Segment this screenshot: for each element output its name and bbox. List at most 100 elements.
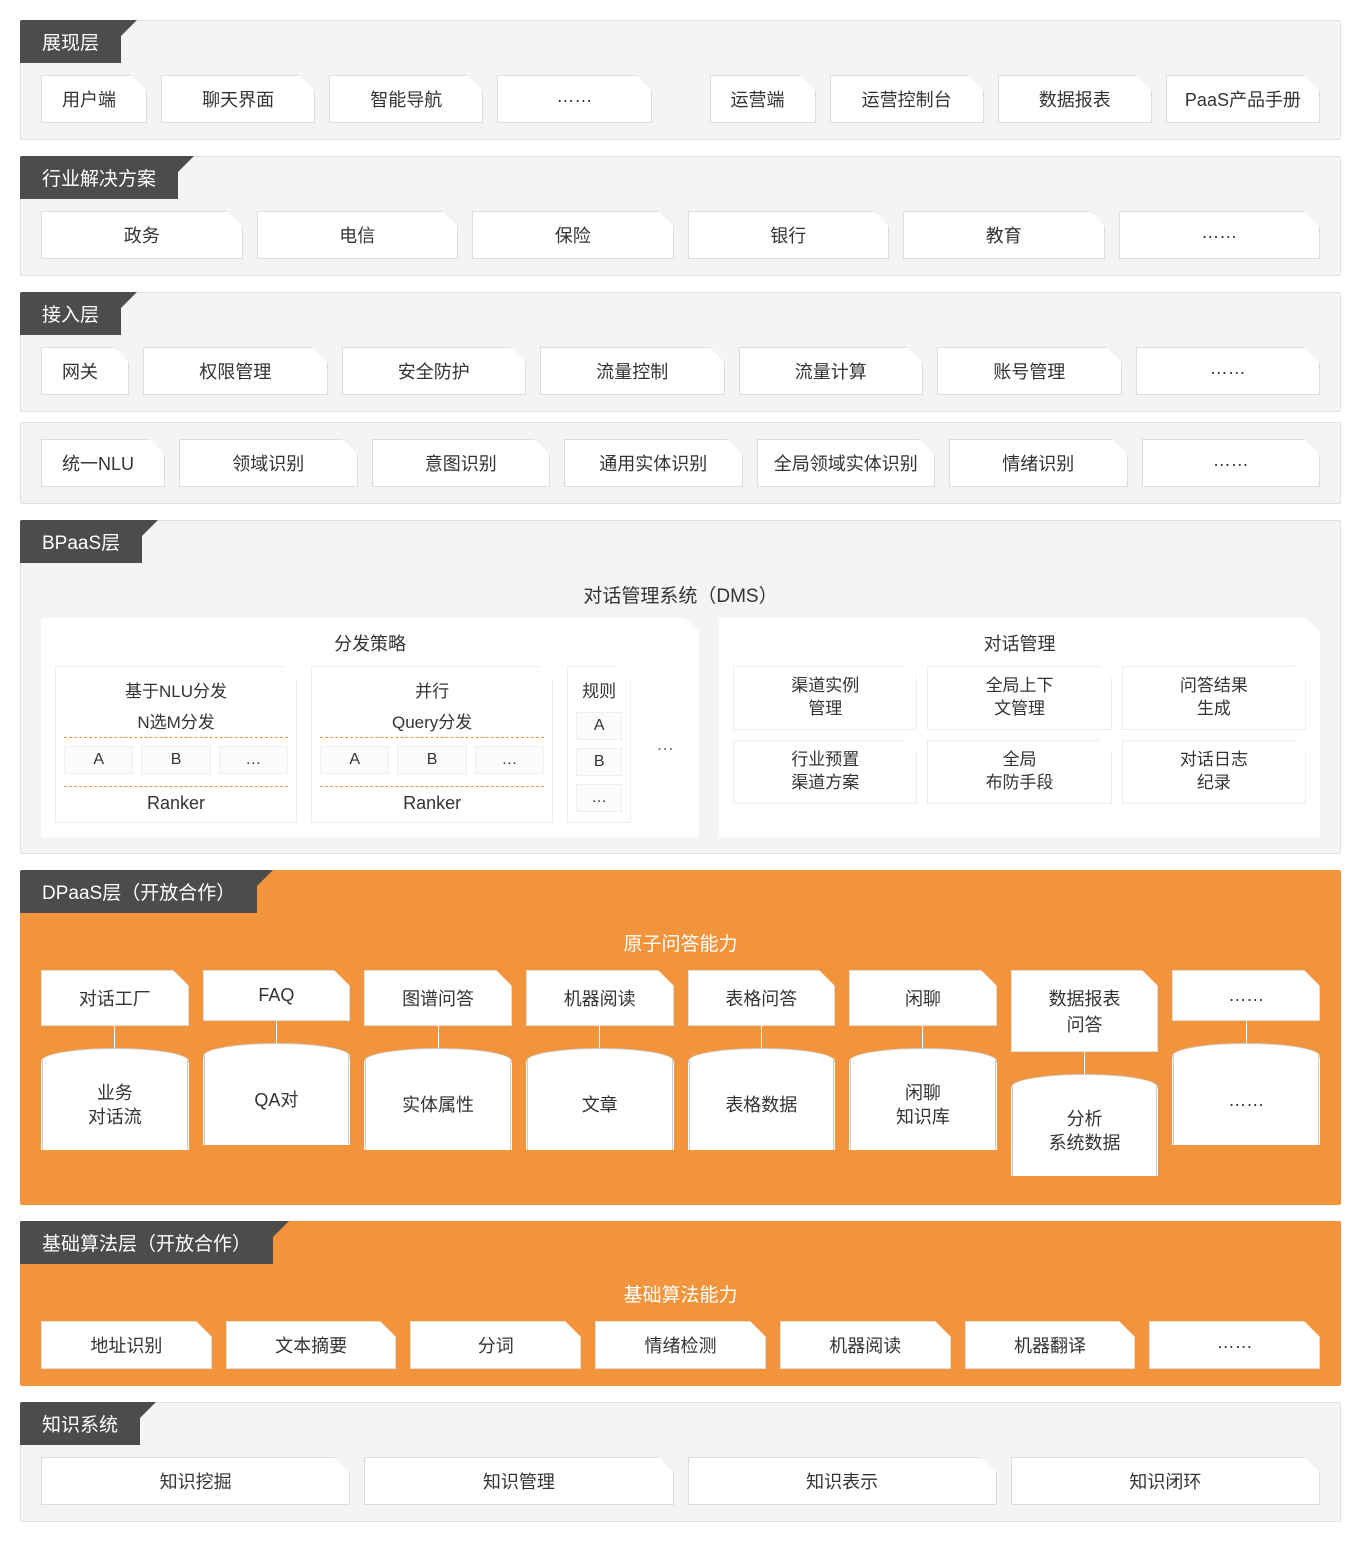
datastore: QA对 [204, 1055, 350, 1145]
dp-col: 图谱问答 实体属性 [364, 970, 512, 1188]
card: 聊天界面 [161, 75, 315, 123]
manage-block: 对话管理 渠道实例管理 全局上下文管理 问答结果生成 行业预置渠道方案 全局布防… [719, 618, 1320, 837]
mgmt-cell: 渠道实例管理 [733, 666, 917, 730]
datastore: 文章 [527, 1060, 673, 1150]
layer-title-text: 接入层 [42, 305, 99, 326]
layer-bpaas: BPaaS层 对话管理系统（DMS） 分发策略 基于NLU分发 N选M分发 A … [20, 520, 1341, 854]
label: Query分发 [320, 706, 544, 738]
dp-col: …… …… [1172, 970, 1320, 1188]
capability: 表格问答 [688, 970, 836, 1026]
mgmt-cell: 行业预置渠道方案 [733, 740, 917, 804]
card: 电信 [257, 211, 459, 259]
capability: 闲聊 [849, 970, 997, 1026]
manage-title: 对话管理 [733, 628, 1306, 666]
layer-industry: 行业解决方案 政务 电信 保险 银行 教育 …… [20, 156, 1341, 276]
cell: B [141, 746, 210, 774]
layer-dpaas: DPaaS层（开放合作） 原子问答能力 对话工厂 业务对话流 FAQ QA对 图… [20, 870, 1341, 1205]
layer-title: 接入层 [20, 292, 121, 335]
card: 流量计算 [739, 347, 924, 395]
capability: 对话工厂 [41, 970, 189, 1026]
card: 流量控制 [540, 347, 725, 395]
layer-title-text: DPaaS层（开放合作） [42, 883, 235, 904]
layer-title: 行业解决方案 [20, 156, 178, 199]
dp-col: 数据报表问答 分析系统数据 [1011, 970, 1159, 1188]
layer-knowledge: 知识系统 知识挖掘 知识管理 知识表示 知识闭环 [20, 1402, 1341, 1522]
dp-col: 表格问答 表格数据 [688, 970, 836, 1188]
dp-col: 对话工厂 业务对话流 [41, 970, 189, 1188]
capability: FAQ [203, 970, 351, 1021]
label: 并行 [320, 675, 544, 706]
parallel-strategy: 并行 Query分发 A B … Ranker [311, 666, 553, 823]
ranker: Ranker [320, 786, 544, 814]
layer-presentation: 展现层 用户端 聊天界面 智能导航 …… 运营端 运营控制台 数据报表 PaaS… [20, 20, 1341, 140]
capability: 机器阅读 [526, 970, 674, 1026]
dispatch-block: 分发策略 基于NLU分发 N选M分发 A B … Ranker 并行 [41, 618, 699, 837]
datastore: 实体属性 [365, 1060, 511, 1150]
gateway-label: 网关 [41, 347, 129, 395]
more-dots: … [645, 666, 685, 823]
dp-col: FAQ QA对 [203, 970, 351, 1188]
mgmt-cell: 问答结果生成 [1122, 666, 1306, 730]
cell: … [475, 746, 544, 774]
card: 地址识别 [41, 1321, 212, 1369]
cell: A [320, 746, 389, 774]
dpaas-columns: 对话工厂 业务对话流 FAQ QA对 图谱问答 实体属性 机器阅读 文章 表格问… [41, 970, 1320, 1188]
card: 领域识别 [179, 439, 358, 487]
card: 政务 [41, 211, 243, 259]
layer-title: DPaaS层（开放合作） [20, 870, 257, 913]
card: 情绪检测 [595, 1321, 766, 1369]
card: 通用实体识别 [564, 439, 743, 487]
card: 分词 [410, 1321, 581, 1369]
cell: B [397, 746, 466, 774]
mgmt-cell: 对话日志纪录 [1122, 740, 1306, 804]
card: 运营控制台 [830, 75, 984, 123]
datastore: 表格数据 [689, 1060, 835, 1150]
card: 智能导航 [329, 75, 483, 123]
card: 银行 [688, 211, 890, 259]
ranker: Ranker [64, 786, 288, 814]
capability: 数据报表问答 [1011, 970, 1159, 1052]
card: 账号管理 [937, 347, 1122, 395]
layer-title: 知识系统 [20, 1402, 140, 1445]
dms-title: 对话管理系统（DMS） [41, 575, 1320, 618]
mgmt-cell: 全局上下文管理 [927, 666, 1111, 730]
user-side-label: 用户端 [41, 75, 147, 123]
datastore: 闲聊知识库 [850, 1060, 996, 1150]
nlu-strategy: 基于NLU分发 N选M分发 A B … Ranker [55, 666, 297, 823]
layer-access-nlu: 统一NLU 领域识别 意图识别 通用实体识别 全局领域实体识别 情绪识别 …… [20, 422, 1341, 504]
label: 规则 [576, 675, 622, 706]
dispatch-title: 分发策略 [55, 628, 685, 666]
datastore: 分析系统数据 [1012, 1086, 1158, 1176]
card: 情绪识别 [949, 439, 1128, 487]
layer-title: 展现层 [20, 20, 121, 63]
label: N选M分发 [64, 706, 288, 738]
card: 数据报表 [998, 75, 1152, 123]
dp-col: 闲聊 闲聊知识库 [849, 970, 997, 1188]
layer-title-text: 知识系统 [42, 1415, 118, 1436]
rule-strategy: 规则 A B … [567, 666, 631, 823]
capability: 图谱问答 [364, 970, 512, 1026]
cell: … [219, 746, 288, 774]
datastore: 业务对话流 [42, 1060, 188, 1150]
layer-title: BPaaS层 [20, 520, 142, 563]
dp-col: 机器阅读 文章 [526, 970, 674, 1188]
layer-algo: 基础算法层（开放合作） 基础算法能力 地址识别 文本摘要 分词 情绪检测 机器阅… [20, 1221, 1341, 1386]
card: 意图识别 [372, 439, 551, 487]
card: …… [1142, 439, 1321, 487]
card: 机器翻译 [965, 1321, 1136, 1369]
card: 知识挖掘 [41, 1457, 350, 1505]
card: …… [1119, 211, 1321, 259]
section-title: 原子问答能力 [41, 925, 1320, 970]
card: …… [1149, 1321, 1320, 1369]
cell: B [576, 748, 622, 776]
card: PaaS产品手册 [1166, 75, 1320, 123]
card: 全局领域实体识别 [757, 439, 936, 487]
card: 知识表示 [688, 1457, 997, 1505]
ops-side-label: 运营端 [710, 75, 816, 123]
card: 知识闭环 [1011, 1457, 1320, 1505]
card: …… [1136, 347, 1321, 395]
card: …… [497, 75, 651, 123]
card: 机器阅读 [780, 1321, 951, 1369]
card: 保险 [472, 211, 674, 259]
card: 权限管理 [143, 347, 328, 395]
